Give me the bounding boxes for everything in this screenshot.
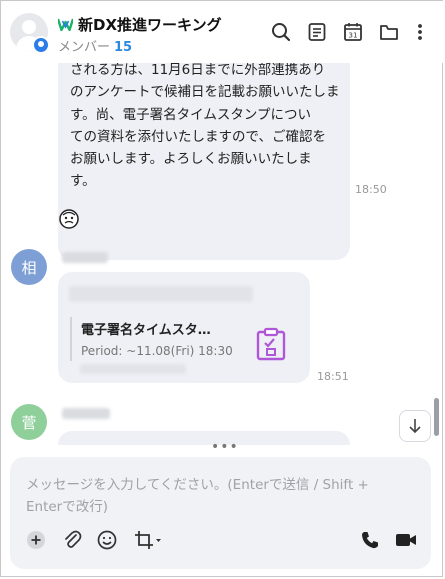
chat-title-row[interactable]: 新DX推進ワーキング: [58, 14, 222, 35]
group-badge-icon: [32, 36, 50, 54]
scroll-to-bottom-button[interactable]: [399, 410, 431, 442]
card-time: 18:51: [317, 370, 349, 383]
sender-avatar[interactable]: 菅: [11, 404, 47, 440]
message-input[interactable]: メッセージを入力してください。(Enterで送信 / Shift + Enter…: [26, 474, 386, 518]
svg-text:31: 31: [349, 32, 358, 40]
sender-name-blurred: [62, 408, 110, 419]
message-time: 18:50: [355, 183, 387, 196]
member-label: メンバー: [58, 40, 111, 55]
message-list[interactable]: される方は、11月6日までに外部連携あり のアンケートで候補日を記載お願いいたし…: [1, 63, 444, 445]
card-footer-blurred: [80, 364, 186, 374]
card-period: Period: ~11.08(Fri) 18:30: [81, 344, 233, 358]
card-accent-bar: [70, 317, 72, 361]
group-title: 新DX推進ワーキング: [78, 16, 222, 34]
emoji-icon[interactable]: [96, 529, 118, 551]
folder-icon[interactable]: [378, 21, 400, 43]
calendar-icon[interactable]: 31: [342, 21, 364, 43]
works-logo-icon: [58, 18, 73, 31]
face-sticker-icon[interactable]: [58, 208, 80, 230]
video-call-icon[interactable]: [394, 529, 418, 551]
search-icon[interactable]: [270, 21, 292, 43]
notes-icon[interactable]: [306, 21, 328, 43]
sender-name-blurred: [62, 252, 108, 263]
arrow-down-icon: [409, 419, 421, 434]
chat-header: 新DX推進ワーキング メンバー 15 31: [1, 1, 444, 63]
task-clipboard-icon: [256, 327, 286, 361]
card-header-blurred: [69, 286, 253, 302]
resize-handle-icon[interactable]: •••: [211, 440, 239, 454]
screenshot-crop-icon[interactable]: [133, 529, 163, 551]
scrollbar-thumb[interactable]: [434, 398, 439, 436]
phone-call-icon[interactable]: [359, 529, 381, 551]
more-menu-icon[interactable]: [414, 21, 426, 43]
card-title[interactable]: 電子署名タイムスタ…: [81, 319, 211, 338]
member-count: 15: [114, 40, 133, 55]
message-text: される方は、11月6日までに外部連携あり のアンケートで候補日を記載お願いいたし…: [70, 63, 340, 190]
message-bubble[interactable]: [58, 431, 350, 445]
add-icon[interactable]: [25, 529, 47, 551]
attachment-icon[interactable]: [61, 529, 83, 551]
member-info[interactable]: メンバー 15: [58, 36, 132, 55]
chat-window: 新DX推進ワーキング メンバー 15 31 される方は、11月6日までに外部連携…: [0, 0, 444, 577]
sender-avatar[interactable]: 相: [11, 249, 47, 285]
message-composer[interactable]: メッセージを入力してください。(Enterで送信 / Shift + Enter…: [10, 457, 431, 569]
